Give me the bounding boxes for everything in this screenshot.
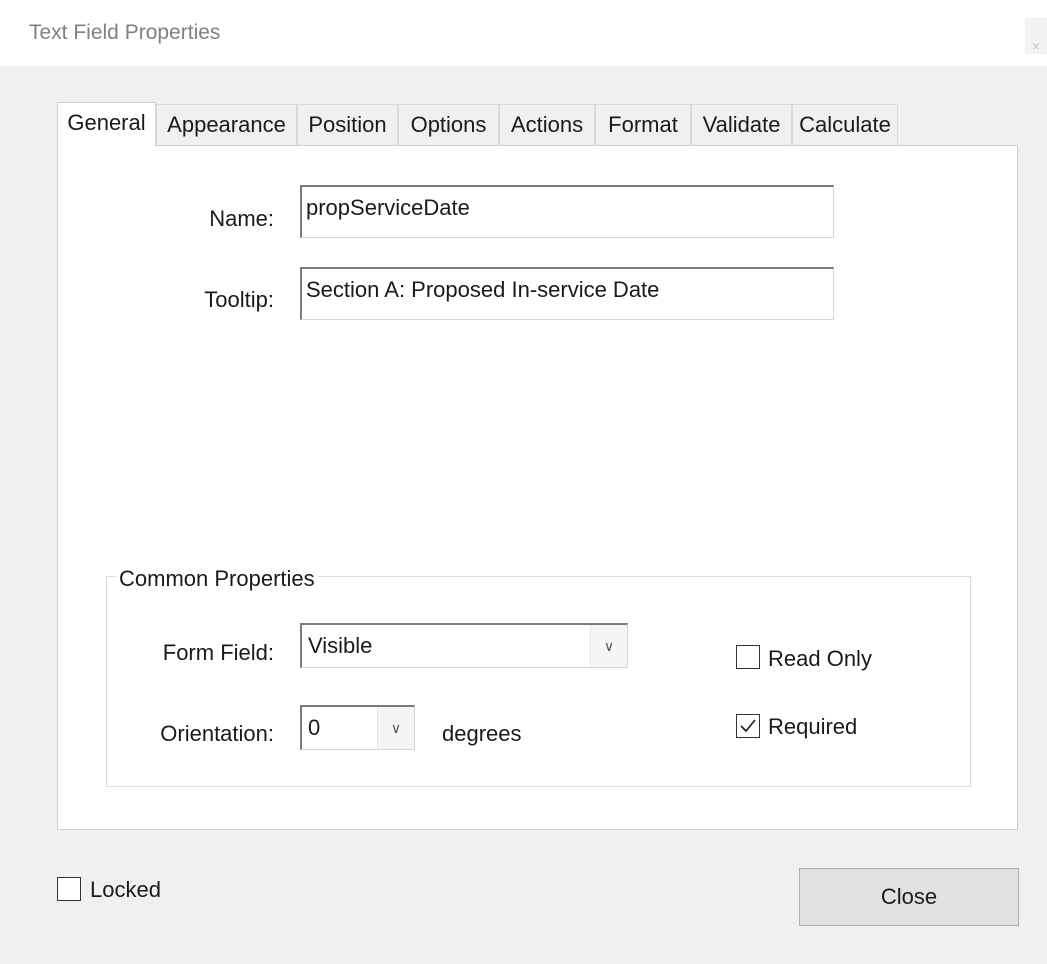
tab-calculate[interactable]: Calculate [792,104,898,145]
read-only-label[interactable]: Read Only [768,646,872,672]
form-field-value: Visible [308,633,373,658]
form-field-select[interactable]: Visible ∨ [300,623,628,668]
name-input[interactable]: propServiceDate [300,185,834,238]
orientation-label: Orientation: [160,721,274,746]
form-field-label: Form Field: [162,640,274,665]
orientation-select[interactable]: 0 ∨ [300,705,415,750]
required-checkbox[interactable] [736,714,760,738]
locked-label[interactable]: Locked [90,877,161,903]
required-label[interactable]: Required [768,714,857,740]
tooltip-label: Tooltip: [204,287,274,312]
tab-position[interactable]: Position [297,104,398,145]
close-button[interactable]: Close [799,868,1019,926]
tab-general[interactable]: General [57,102,156,146]
checkmark-icon [740,719,756,733]
degrees-label: degrees [442,721,522,746]
tab-actions[interactable]: Actions [499,104,595,145]
tab-appearance[interactable]: Appearance [156,104,297,145]
chevron-down-icon[interactable]: ∨ [377,707,414,749]
close-icon[interactable]: × [1025,18,1047,54]
locked-checkbox[interactable] [57,877,81,901]
tooltip-input[interactable]: Section A: Proposed In-service Date [300,267,834,320]
tab-format[interactable]: Format [595,104,691,145]
title-bar: Text Field Properties × [0,0,1047,66]
orientation-value: 0 [308,715,321,740]
common-properties-legend: Common Properties [116,566,318,592]
window-title: Text Field Properties [29,21,221,44]
name-label: Name: [209,206,274,231]
tab-validate[interactable]: Validate [691,104,792,145]
common-properties-group [106,576,971,787]
tab-options[interactable]: Options [398,104,499,145]
read-only-checkbox[interactable] [736,645,760,669]
chevron-down-icon[interactable]: ∨ [590,625,627,667]
